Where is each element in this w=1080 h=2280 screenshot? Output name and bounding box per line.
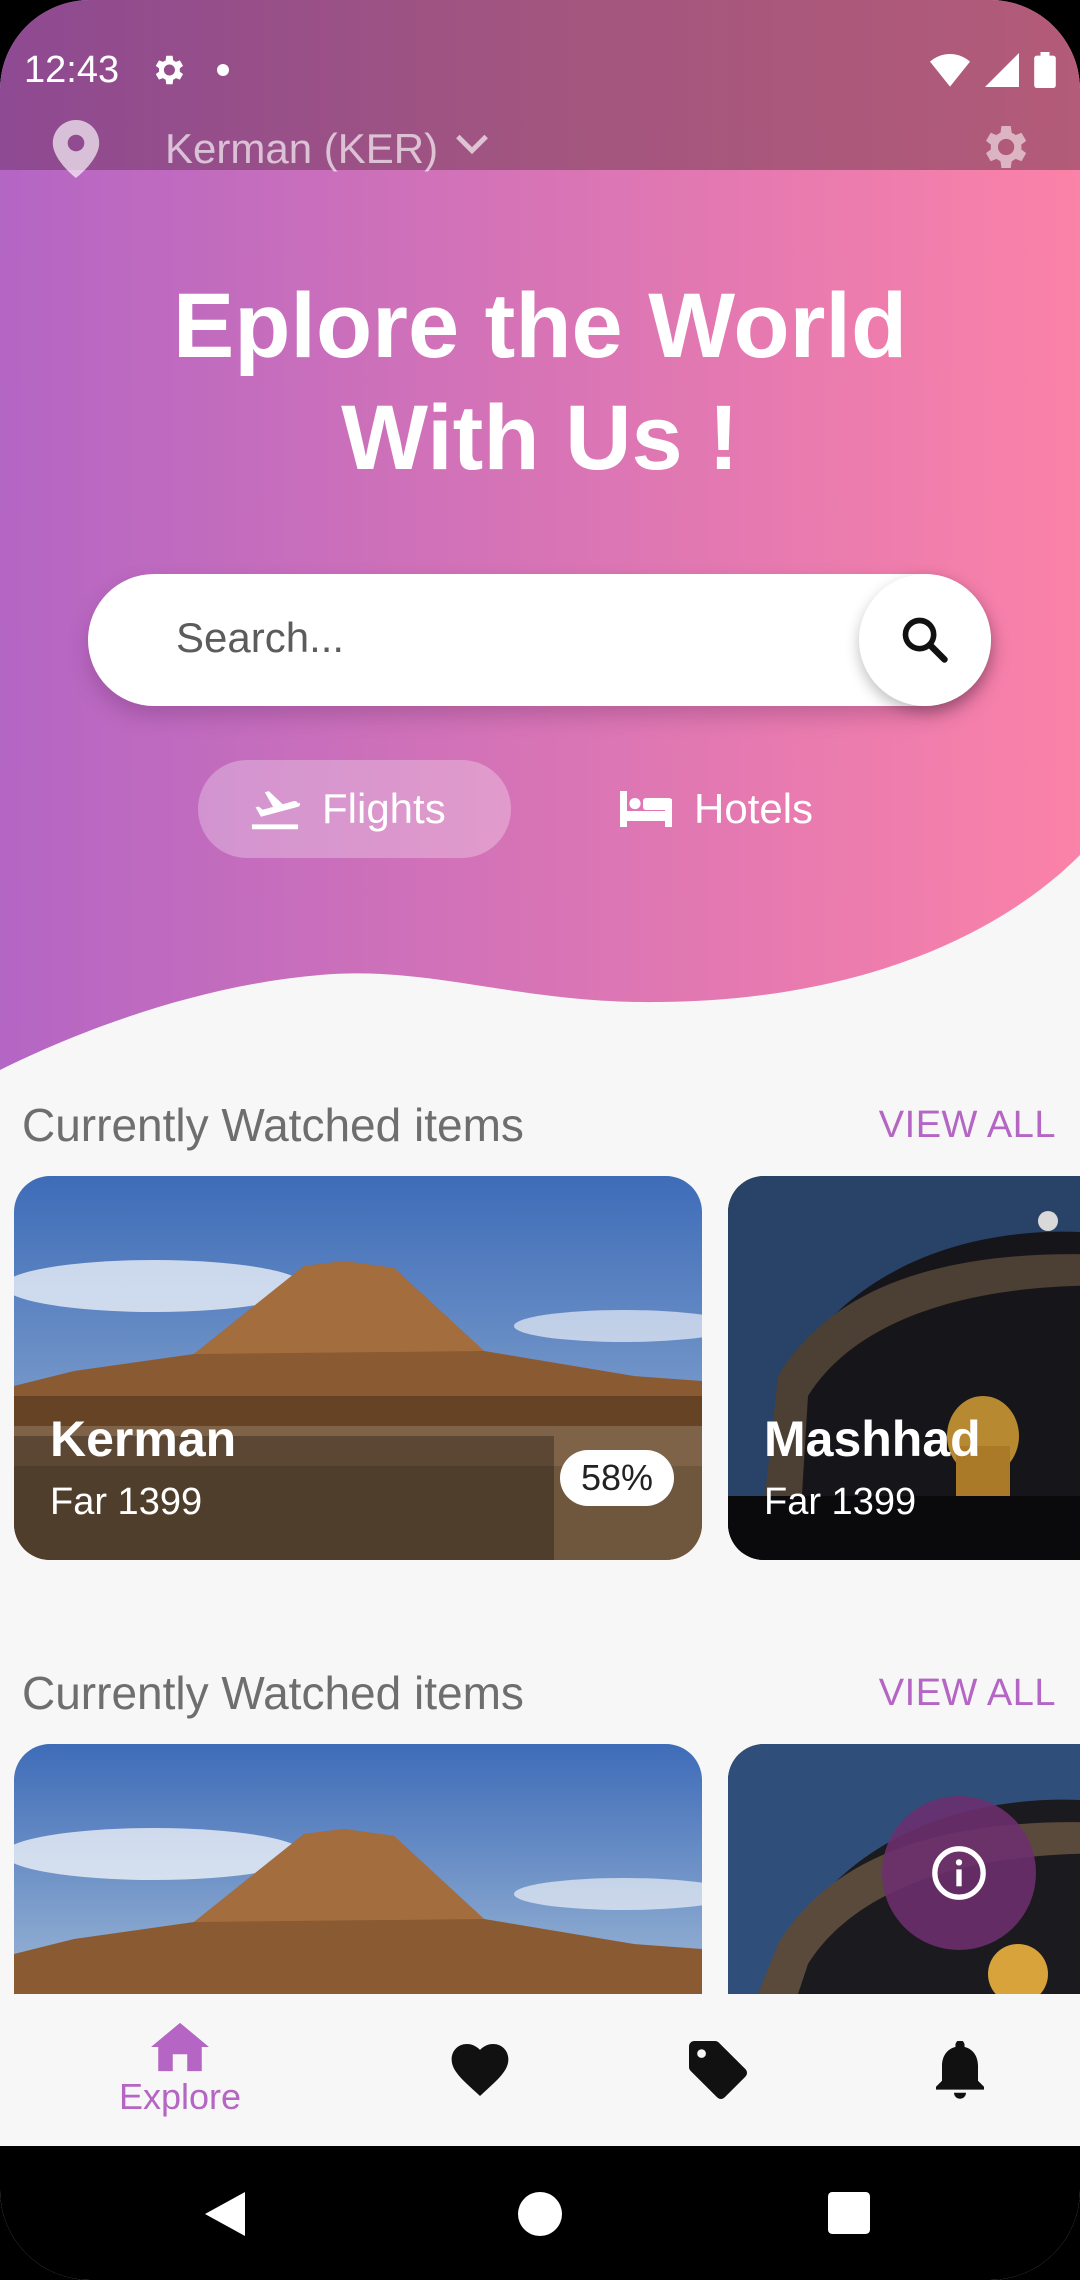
kerman-photo xyxy=(14,1744,702,1994)
nav-favorites[interactable] xyxy=(420,1994,540,2146)
wifi-icon xyxy=(930,54,970,87)
status-right xyxy=(930,52,1056,88)
card-title: Kerman xyxy=(50,1411,237,1467)
system-navigation-bar xyxy=(0,2146,1080,2280)
heart-icon xyxy=(451,2044,509,2096)
section-title-watched-2: Currently Watched items xyxy=(22,1667,524,1719)
destination-card-kerman-2[interactable] xyxy=(14,1744,702,1994)
card-date: Far 1399 xyxy=(50,1481,203,1523)
hotel-bed-icon xyxy=(620,791,672,827)
bottom-navigation: Explore xyxy=(0,1994,1080,2146)
battery-icon xyxy=(1034,52,1056,88)
search-input[interactable]: Search... xyxy=(176,614,344,662)
info-fab-button[interactable] xyxy=(882,1796,1036,1950)
nav-explore[interactable]: Explore xyxy=(100,1994,260,2146)
destination-card-mashhad[interactable]: Mashhad Far 1399 xyxy=(728,1176,1080,1560)
home-circle-icon[interactable] xyxy=(518,2192,562,2236)
app-screen: 12:43 Kerman (KER) Eplore the World With… xyxy=(0,0,1080,2280)
flight-takeoff-icon xyxy=(251,791,300,830)
category-tabs: Flights Hotels xyxy=(0,760,1080,858)
recents-square-icon[interactable] xyxy=(828,2192,870,2234)
view-all-link-2[interactable]: VIEW ALL xyxy=(879,1672,1056,1715)
status-time: 12:43 xyxy=(24,48,120,91)
hero-title-line-1: Eplore the World xyxy=(172,275,908,377)
nav-notifications[interactable] xyxy=(900,1994,1020,2146)
back-icon[interactable] xyxy=(205,2192,245,2236)
card-date: Far 1399 xyxy=(764,1481,917,1523)
location-pin-icon[interactable] xyxy=(52,120,100,178)
nav-explore-label: Explore xyxy=(118,2076,242,2117)
progress-badge: 58% xyxy=(560,1450,674,1506)
signal-icon xyxy=(985,53,1019,87)
tab-hotels-label: Hotels xyxy=(694,785,814,832)
section-title-watched: Currently Watched items xyxy=(22,1099,524,1151)
search-button[interactable] xyxy=(859,574,991,706)
bell-icon xyxy=(936,2041,984,2099)
settings-status-icon xyxy=(155,55,184,85)
tag-icon xyxy=(689,2041,747,2099)
view-all-link[interactable]: VIEW ALL xyxy=(879,1104,1056,1147)
home-icon xyxy=(151,2022,209,2072)
location-row: Kerman (KER) xyxy=(0,115,1080,178)
tab-flights-label: Flights xyxy=(322,785,446,832)
status-bar: 12:43 xyxy=(24,40,1056,100)
nav-deals[interactable] xyxy=(658,1994,778,2146)
notification-dot-icon xyxy=(217,64,230,76)
search-bar[interactable]: Search... xyxy=(88,574,991,706)
hero-title: Eplore the World With Us ! xyxy=(0,270,1080,494)
settings-gear-icon[interactable] xyxy=(976,119,1032,175)
tab-flights[interactable]: Flights xyxy=(198,760,511,858)
chevron-down-icon[interactable] xyxy=(455,133,489,157)
destination-card-kerman[interactable]: Kerman Far 1399 58% xyxy=(14,1176,702,1560)
location-selector[interactable]: Kerman (KER) xyxy=(165,125,438,173)
hero-title-line-2: With Us ! xyxy=(341,387,739,489)
info-icon xyxy=(932,1846,986,1900)
card-title: Mashhad xyxy=(764,1411,981,1467)
tab-hotels[interactable]: Hotels xyxy=(620,760,860,858)
search-icon xyxy=(902,617,948,663)
